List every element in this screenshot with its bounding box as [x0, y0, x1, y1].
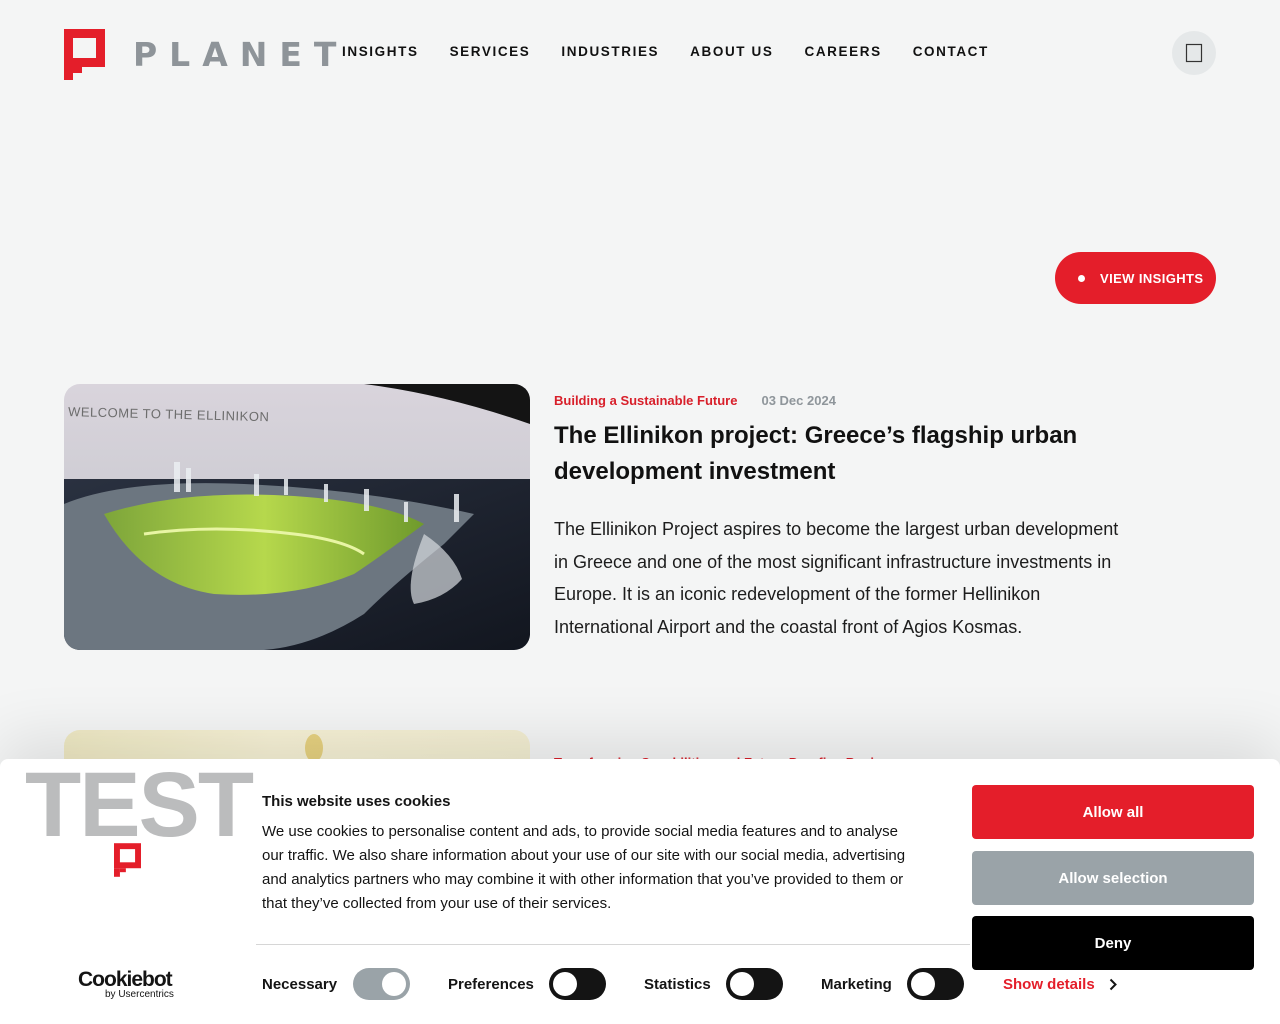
toggle-preferences: Preferences: [448, 968, 534, 1000]
cookie-divider: [256, 944, 970, 945]
article-image-ellinikon[interactable]: WELCOME TO THE ELLINIKON: [64, 384, 530, 650]
cookiebot-logo[interactable]: Cookiebot by Usercentrics: [78, 968, 174, 1000]
toggle-statistics-label: Statistics: [644, 975, 711, 993]
allow-selection-button[interactable]: Allow selection: [972, 851, 1254, 905]
test-badge: TEST: [25, 754, 254, 856]
cookie-title: This website uses cookies: [262, 793, 451, 810]
brand-name: PLANET: [133, 35, 349, 74]
view-insights-button[interactable]: VIEW INSIGHTS: [1055, 252, 1216, 304]
allow-all-button[interactable]: Allow all: [972, 785, 1254, 839]
nav-insights[interactable]: INSIGHTS: [342, 44, 419, 59]
planet-logo[interactable]: PLANET: [64, 29, 348, 80]
article-category[interactable]: Building a Sustainable Future: [554, 393, 737, 408]
switch-knob: [553, 972, 577, 996]
switch-knob: [911, 972, 935, 996]
article-title[interactable]: The Ellinikon project: Greece’s flagship…: [554, 418, 1114, 490]
marketing-switch[interactable]: [907, 968, 964, 1000]
view-insights-label: VIEW INSIGHTS: [1100, 270, 1204, 286]
switch-knob: [382, 972, 406, 996]
article-meta: Building a Sustainable Future 03 Dec 202…: [554, 393, 836, 408]
nav-contact[interactable]: CONTACT: [913, 44, 989, 59]
main-nav: INSIGHTS SERVICES INDUSTRIES ABOUT US CA…: [342, 44, 1020, 59]
show-details-link[interactable]: Show details: [1003, 976, 1117, 993]
toggle-necessary-label: Necessary: [262, 975, 338, 993]
cookie-brand-logo: [114, 843, 141, 877]
bullet-icon: [1078, 274, 1085, 282]
planet-logo-mark: [64, 29, 105, 80]
nav-about-us[interactable]: ABOUT US: [690, 44, 773, 59]
nav-careers[interactable]: CAREERS: [804, 44, 881, 59]
ellinikon-model-image: WELCOME TO THE ELLINIKON: [64, 384, 530, 650]
toggle-preferences-label: Preferences: [448, 975, 534, 993]
toggle-marketing: Marketing: [821, 968, 892, 1000]
deny-button[interactable]: Deny: [972, 916, 1254, 970]
toggle-statistics: Statistics: [644, 968, 711, 1000]
article-description: The Ellinikon Project aspires to become …: [554, 519, 1119, 637]
cookie-banner: TEST This website uses cookies We use co…: [0, 759, 1280, 1024]
nav-services[interactable]: SERVICES: [450, 44, 531, 59]
necessary-switch[interactable]: [353, 968, 410, 1000]
site-header: PLANET INSIGHTS SERVICES INDUSTRIES ABOU…: [0, 0, 1280, 105]
statistics-switch[interactable]: [726, 968, 783, 1000]
cookie-text: We use cookies to personalise content an…: [262, 823, 906, 912]
article-date: 03 Dec 2024: [761, 393, 836, 408]
search-icon: [1185, 43, 1203, 63]
cookiebot-by: by Usercentrics: [105, 989, 174, 1000]
preferences-switch[interactable]: [549, 968, 606, 1000]
switch-knob: [730, 972, 754, 996]
toggle-marketing-label: Marketing: [821, 975, 892, 993]
toggle-necessary: Necessary: [262, 968, 337, 1000]
chevron-right-icon: [1109, 978, 1117, 991]
search-button[interactable]: [1172, 31, 1216, 75]
nav-industries[interactable]: INDUSTRIES: [561, 44, 659, 59]
show-details-label: Show details: [1003, 976, 1095, 993]
